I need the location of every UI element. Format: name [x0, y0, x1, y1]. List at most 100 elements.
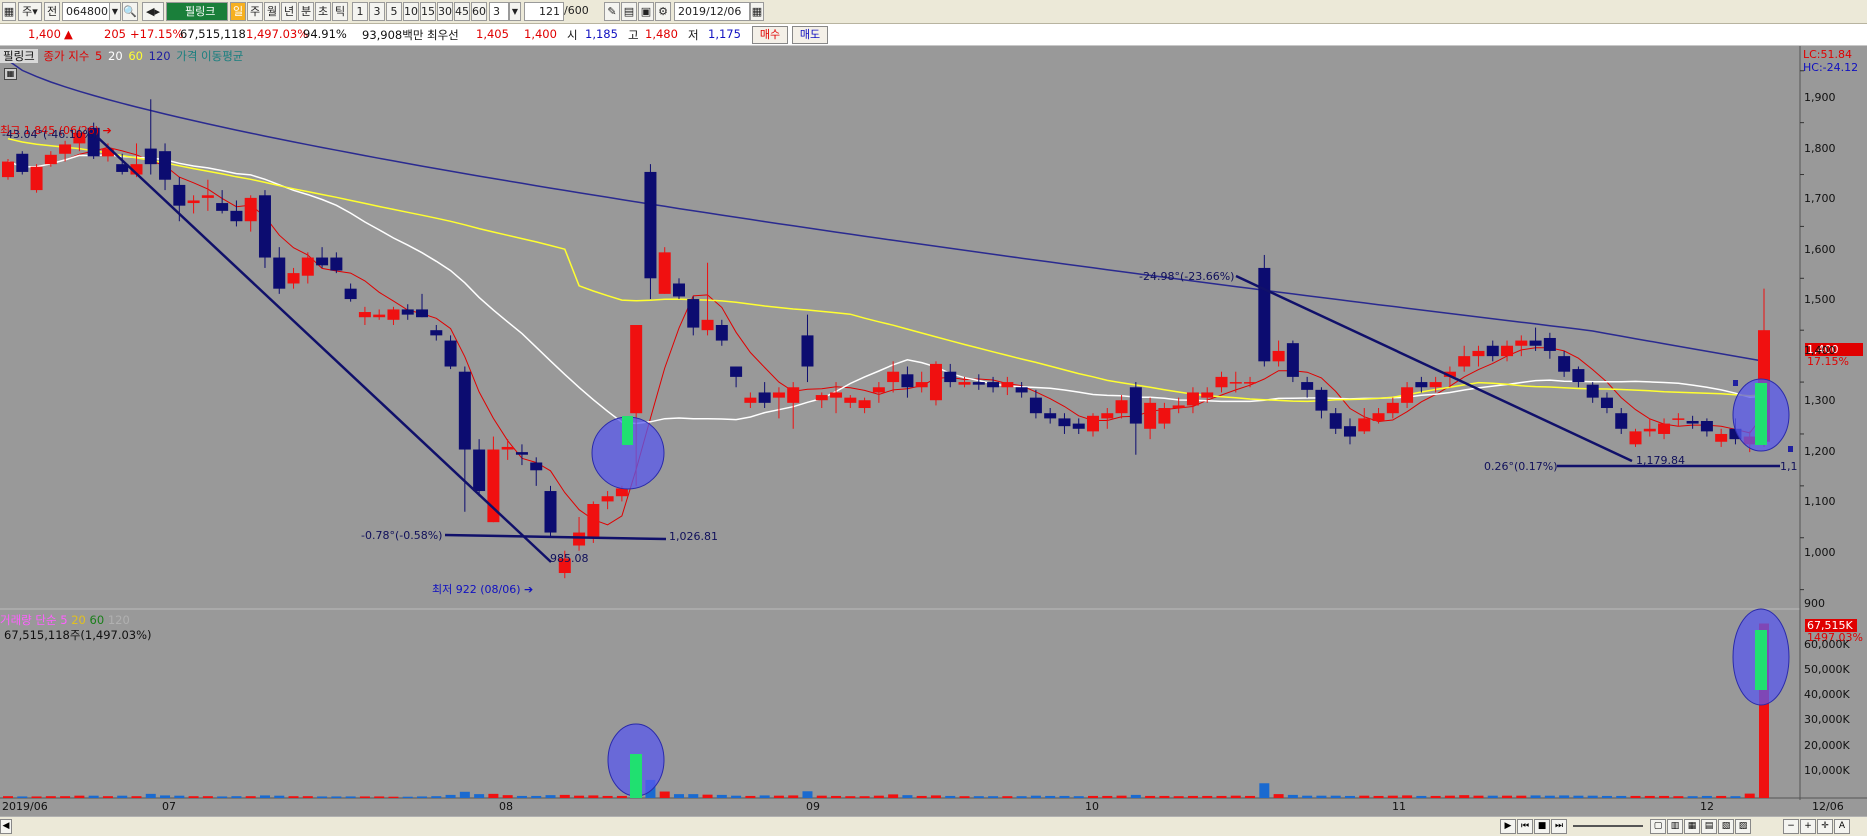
candle-body: [644, 171, 657, 279]
zoom-in-icon[interactable]: +: [1800, 819, 1816, 834]
stop-icon[interactable]: ■: [1534, 819, 1550, 834]
volume-bar: [973, 796, 984, 798]
trend2-low: 985.08: [550, 552, 589, 565]
period-0[interactable]: 주: [247, 2, 263, 21]
mode-day[interactable]: 일: [230, 2, 246, 21]
volume-bar: [1616, 795, 1627, 798]
candle-body: [30, 166, 43, 191]
settings-icon[interactable]: ⚙: [655, 2, 671, 21]
last-page-icon[interactable]: ⏭: [1551, 819, 1567, 834]
chart-icon[interactable]: ▤: [621, 2, 637, 21]
volume-bar: [831, 795, 842, 798]
period-3[interactable]: 분: [298, 2, 314, 21]
x-label: 2019/06: [2, 800, 48, 813]
period-4-label: 초: [317, 5, 329, 18]
volume-bar: [502, 795, 513, 798]
volume-bar: [1045, 795, 1056, 798]
interval-4[interactable]: 15: [420, 2, 436, 21]
sell-button[interactable]: 매도: [792, 26, 828, 44]
volume-bar: [1687, 796, 1698, 798]
layout-icon-3[interactable]: ▦: [1684, 819, 1700, 834]
zoom-slider[interactable]: [1573, 825, 1643, 827]
candle-body: [1101, 413, 1114, 419]
legend-name: 필링크: [0, 49, 38, 63]
interval-5[interactable]: 30: [437, 2, 453, 21]
prev-next-icon[interactable]: ◀▸: [142, 2, 164, 21]
candle-body: [1686, 420, 1699, 424]
interval-2[interactable]: 5: [386, 2, 402, 21]
vol-legend-ma5: 5: [60, 613, 68, 627]
volume-bar: [1216, 795, 1227, 798]
search-icon[interactable]: 🔍: [122, 2, 138, 21]
text-icon[interactable]: A: [1834, 819, 1850, 834]
period-5[interactable]: 틱: [332, 2, 348, 21]
y-label: 1,500: [1804, 293, 1836, 306]
volume-bar: [930, 795, 941, 798]
crosshair-icon[interactable]: ✛: [1817, 819, 1833, 834]
calendar-icon[interactable]: ▦: [750, 2, 764, 21]
highlight-candle: [1755, 383, 1767, 445]
menu-icon[interactable]: ▦: [2, 2, 16, 21]
low-annotation: 최저 922 (08/06) ➔: [432, 581, 533, 597]
interval-6[interactable]: 45: [454, 2, 470, 21]
chart-grid: [0, 46, 1867, 800]
volume-bar: [188, 796, 199, 798]
date-input[interactable]: 2019/12/06: [674, 2, 750, 21]
chart-menu-icon[interactable]: ▦: [4, 68, 17, 80]
period-4[interactable]: 초: [315, 2, 331, 21]
candle-body: [601, 496, 614, 502]
interval-0[interactable]: 1: [352, 2, 368, 21]
volume-bar: [1601, 795, 1612, 798]
candle-body: [1558, 356, 1571, 372]
volume-bar: [1430, 795, 1441, 798]
volume-bar: [117, 795, 128, 798]
volume-bar: [1287, 794, 1298, 798]
code-dropdown-icon[interactable]: ▼: [109, 2, 121, 21]
candle-body: [972, 382, 985, 385]
volume-bar: [1544, 795, 1555, 798]
stock-name: 필링크: [185, 5, 216, 18]
type-select[interactable]: 주▾: [18, 2, 42, 21]
first-page-icon[interactable]: ⏮: [1517, 819, 1533, 834]
volume-bar: [816, 795, 827, 798]
layout-icon-6[interactable]: ▨: [1735, 819, 1751, 834]
scroll-left-icon[interactable]: ◀: [0, 819, 12, 834]
candle-body: [887, 371, 900, 383]
candle-body: [1244, 382, 1257, 384]
volume-bar: [1459, 795, 1470, 798]
count-input[interactable]: 121: [524, 2, 564, 21]
volume-bar: [673, 794, 684, 798]
candle-body: [258, 195, 271, 258]
stock-name-box[interactable]: 필링크: [166, 2, 228, 21]
interval-dropdown-icon[interactable]: ▼: [509, 2, 521, 21]
volume-bar: [459, 791, 470, 798]
candle-body: [1586, 384, 1599, 398]
scroll-right-icon[interactable]: ▶: [1500, 819, 1516, 834]
candle-body: [358, 312, 371, 318]
layout-icon-2[interactable]: ▥: [1667, 819, 1683, 834]
interval-1[interactable]: 3: [369, 2, 385, 21]
save-icon[interactable]: ▣: [638, 2, 654, 21]
buy-button[interactable]: 매수: [752, 26, 788, 44]
candle-body: [287, 273, 300, 284]
period-1[interactable]: 월: [264, 2, 280, 21]
volume-bar: [1330, 795, 1341, 798]
interval-7[interactable]: 60: [471, 2, 487, 21]
volume-bar: [716, 794, 727, 798]
layout-icon-4[interactable]: ▤: [1701, 819, 1717, 834]
volume-bar: [1487, 795, 1498, 798]
layout-icon-1[interactable]: ▢: [1650, 819, 1666, 834]
chart-canvas[interactable]: [0, 46, 1867, 816]
volume-bar: [702, 794, 713, 798]
interval-3[interactable]: 10: [403, 2, 419, 21]
layout-icon-5[interactable]: ▧: [1718, 819, 1734, 834]
candle-body: [2, 161, 14, 178]
period-toggle[interactable]: 전: [44, 2, 60, 21]
period-2[interactable]: 년: [281, 2, 297, 21]
interval-input[interactable]: 3: [489, 2, 509, 21]
candle-body: [672, 283, 685, 297]
marker: [1733, 380, 1738, 386]
count-max-label: /600: [564, 4, 589, 17]
zoom-out-icon[interactable]: −: [1783, 819, 1799, 834]
tool-icon[interactable]: ✎: [604, 2, 620, 21]
